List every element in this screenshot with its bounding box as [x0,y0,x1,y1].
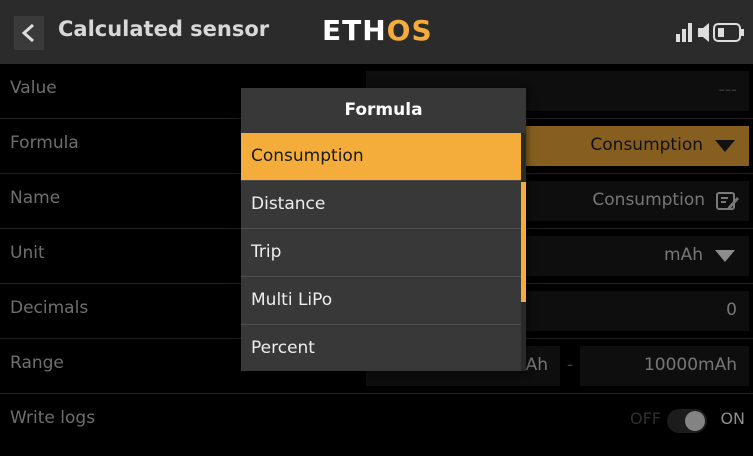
page-title: Calculated sensor [58,17,270,41]
option-percent[interactable]: Percent [241,324,521,371]
top-bar: Calculated sensor ETHOS [0,0,753,64]
speaker-icon [698,23,709,42]
battery-icon [713,23,744,42]
option-multi-lipo[interactable]: Multi LiPo [241,276,521,323]
option-distance[interactable]: Distance [241,180,521,227]
chevron-left-icon [21,23,34,43]
back-button[interactable] [14,16,44,50]
popup-title: Formula [344,100,423,120]
signal-bars-icon [676,23,692,42]
ethos-logo: ETHOS [322,14,433,47]
option-trip[interactable]: Trip [241,228,521,275]
option-consumption[interactable]: Consumption [241,133,521,180]
formula-popup: Formula Consumption Distance Trip Multi … [241,88,526,371]
popup-scrollbar-thumb[interactable] [521,182,526,302]
status-icons [676,23,744,42]
